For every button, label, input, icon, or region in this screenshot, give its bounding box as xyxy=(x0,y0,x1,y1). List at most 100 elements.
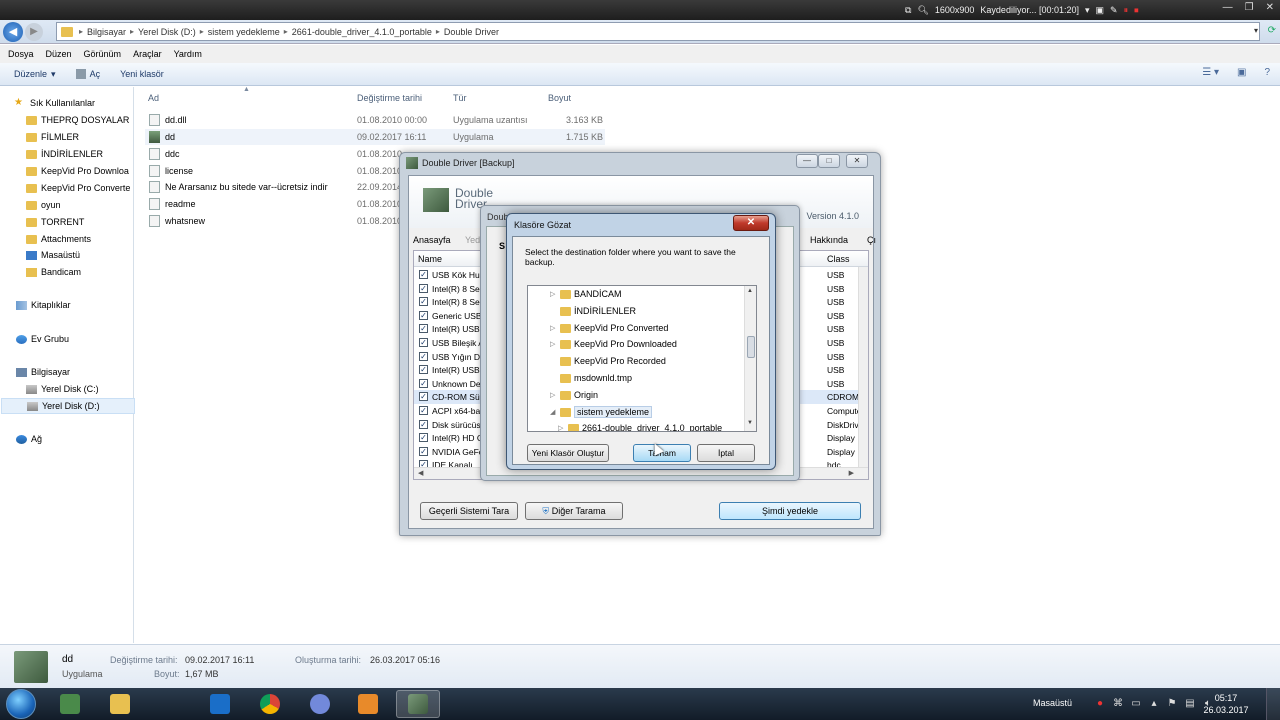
folder-tree-item[interactable]: ◢ sistem yedekleme xyxy=(528,404,744,421)
pause-icon[interactable]: ⏸ xyxy=(1124,5,1129,16)
maximize-icon[interactable]: □ xyxy=(818,154,840,168)
monitor-icon[interactable]: ▭ xyxy=(1130,698,1142,710)
menu-view[interactable]: Görünüm xyxy=(84,49,122,59)
minimize-icon[interactable]: — xyxy=(1223,2,1233,13)
folder-tree-item[interactable]: ▷ Origin xyxy=(528,387,744,404)
network-icon[interactable]: ▤ xyxy=(1184,698,1196,710)
taskbar-app[interactable] xyxy=(248,690,292,718)
start-button[interactable] xyxy=(6,689,36,719)
checkbox[interactable]: ✓ xyxy=(419,392,428,402)
sidebar-item-drive-d[interactable]: Yerel Disk (D:) xyxy=(1,398,135,414)
arrow-up-icon[interactable]: ▲ xyxy=(747,288,753,294)
backup-now-button[interactable]: Şimdi yedekle xyxy=(719,502,861,520)
camera-icon[interactable]: ▣ xyxy=(1096,5,1105,16)
tab-home[interactable]: Anasayfa xyxy=(413,235,451,245)
magnifier-icon[interactable]: 🔍︎ xyxy=(917,5,928,16)
breadcrumb-item[interactable]: Bilgisayar xyxy=(87,27,126,37)
breadcrumb-item[interactable]: sistem yedekleme xyxy=(208,27,280,37)
record-icon[interactable]: ● xyxy=(1094,698,1106,710)
arrow-down-icon[interactable]: ▼ xyxy=(747,420,753,426)
forward-button[interactable]: ▶ xyxy=(25,23,43,41)
folder-tree-item[interactable]: ▷ KeepVid Pro Downloaded xyxy=(528,336,744,353)
tab-backup[interactable]: Yed xyxy=(465,235,480,245)
close-icon[interactable]: ✕ xyxy=(1266,2,1274,13)
close-icon[interactable]: ✕ xyxy=(846,154,868,168)
checkbox[interactable]: ✓ xyxy=(419,378,428,388)
new-folder-button[interactable]: Yeni Klasör Oluştur xyxy=(527,444,609,462)
expand-icon[interactable]: ▷ xyxy=(550,340,555,348)
preview-pane-icon[interactable]: ▣ xyxy=(1237,67,1246,78)
chevron-down-icon[interactable]: ▾ xyxy=(1085,5,1090,16)
sidebar-item-libraries[interactable]: Kitaplıklar xyxy=(16,297,150,313)
vertical-scrollbar[interactable]: ▲ ▼ xyxy=(744,286,756,431)
menu-help[interactable]: Yardım xyxy=(174,49,202,59)
checkbox[interactable]: ✓ xyxy=(419,365,428,375)
breadcrumb[interactable]: ▸ Bilgisayar ▸ Yerel Disk (D:) ▸ sistem … xyxy=(56,22,1260,41)
new-folder-button[interactable]: Yeni klasör xyxy=(120,69,164,79)
help-icon[interactable]: ? xyxy=(1264,67,1270,78)
checkbox[interactable]: ✓ xyxy=(419,283,428,293)
file-row[interactable]: dd 09.02.2017 16:11 Uygulama 1.715 KB xyxy=(145,129,605,145)
sidebar-item-favorites[interactable]: ★ Sık Kullanılanlar xyxy=(14,95,148,111)
gamepad-icon[interactable]: ⌘ xyxy=(1112,698,1124,710)
flag-icon[interactable]: ⚑ xyxy=(1166,698,1178,710)
file-row[interactable]: dd.dll 01.08.2010 00:00 Uygulama uzantıs… xyxy=(145,112,605,128)
close-button[interactable]: ✕ xyxy=(733,215,769,231)
checkbox[interactable]: ✓ xyxy=(419,270,428,279)
sidebar-item-network[interactable]: Ağ xyxy=(16,431,150,447)
sidebar-item-homegroup[interactable]: Ev Grubu xyxy=(16,331,150,347)
folder-tree-item[interactable]: İNDİRİLENLER xyxy=(528,303,744,320)
tab-about[interactable]: Hakkında xyxy=(810,235,848,245)
checkbox[interactable]: ✓ xyxy=(419,324,428,334)
checkbox[interactable]: ✓ xyxy=(419,406,428,415)
folder-tree-item[interactable]: ▷ KeepVid Pro Converted xyxy=(528,320,744,337)
scroll-thumb[interactable] xyxy=(747,336,755,358)
clock[interactable]: 05:17 26.03.2017 xyxy=(1196,692,1256,716)
checkbox[interactable]: ✓ xyxy=(419,351,428,361)
open-button[interactable]: Aç xyxy=(75,69,100,79)
refresh-icon[interactable]: ⟳ xyxy=(1268,25,1276,36)
checkbox[interactable]: ✓ xyxy=(419,297,428,307)
organize-button[interactable]: Düzenle ▾ xyxy=(14,69,56,80)
show-desktop-button[interactable] xyxy=(1266,688,1280,720)
column-header-date[interactable]: Değiştirme tarihi xyxy=(357,93,422,103)
folder-tree-item[interactable]: ▷ BANDİCAM xyxy=(528,286,744,303)
checkbox[interactable]: ✓ xyxy=(419,310,428,320)
stop-icon[interactable]: ⏹ xyxy=(1134,5,1139,16)
column-header-class[interactable]: Class xyxy=(827,254,850,264)
chevron-down-icon[interactable]: ▾ xyxy=(1254,26,1258,35)
pen-icon[interactable]: ✎ xyxy=(1110,5,1118,16)
checkbox[interactable]: ✓ xyxy=(419,446,428,456)
folder-tree-item[interactable]: KeepVid Pro Recorded xyxy=(528,353,744,370)
checkbox[interactable]: ✓ xyxy=(419,433,428,443)
expand-icon[interactable]: ▷ xyxy=(550,290,555,298)
scan-current-button[interactable]: Geçerli Sistemi Tara xyxy=(420,502,518,520)
column-header-size[interactable]: Boyut xyxy=(548,93,571,103)
arrow-right-icon[interactable]: ▶ xyxy=(849,469,854,477)
breadcrumb-item[interactable]: Yerel Disk (D:) xyxy=(138,27,196,37)
taskbar-app[interactable] xyxy=(346,690,390,718)
view-options-icon[interactable]: ☰ ▾ xyxy=(1202,67,1219,78)
arrow-left-icon[interactable]: ◀ xyxy=(418,469,423,477)
taskbar-app[interactable] xyxy=(198,690,242,718)
chevron-up-icon[interactable]: ▴ xyxy=(1148,698,1160,710)
menu-file[interactable]: Dosya xyxy=(8,49,34,59)
other-scan-button[interactable]: ⛨ Diğer Tarama xyxy=(525,502,623,520)
expand-icon[interactable]: ▷ xyxy=(550,391,555,399)
expand-icon[interactable]: ▷ xyxy=(558,424,563,431)
breadcrumb-item[interactable]: 2661-double_driver_4.1.0_portable xyxy=(292,27,432,37)
folder-tree-item[interactable]: msdownld.tmp xyxy=(528,370,744,387)
taskbar-app[interactable] xyxy=(48,690,92,718)
menu-tools[interactable]: Araçlar xyxy=(133,49,162,59)
breadcrumb-item[interactable]: Double Driver xyxy=(444,27,499,37)
sidebar-item-computer[interactable]: Bilgisayar xyxy=(16,364,150,380)
back-button[interactable]: ◀ xyxy=(3,22,23,42)
expand-icon[interactable]: ◢ xyxy=(550,408,555,416)
screen-icon[interactable]: ⧉ xyxy=(905,5,911,16)
folder-tree-item[interactable]: ▷ 2661-double_driver_4.1.0_portable xyxy=(528,420,744,431)
vertical-scrollbar[interactable] xyxy=(858,267,868,467)
column-header-name[interactable]: Name xyxy=(418,254,442,264)
column-header-type[interactable]: Tür xyxy=(453,93,467,103)
menu-edit[interactable]: Düzen xyxy=(46,49,72,59)
taskbar-app-double-driver[interactable] xyxy=(396,690,440,718)
